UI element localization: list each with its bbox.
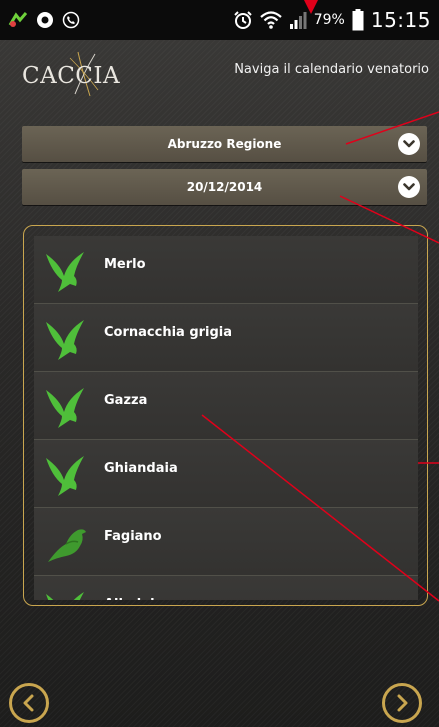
header-caption: Naviga il calendario venatorio	[234, 62, 429, 77]
species-name: Gazza	[104, 393, 148, 408]
app-logo-text: CACCIA	[22, 63, 121, 89]
alarm-icon	[233, 10, 253, 30]
species-name: Ghiandaia	[104, 461, 178, 476]
battery-percent: 79%	[313, 12, 345, 28]
list-item-merlo[interactable]: Merlo	[34, 236, 418, 304]
date-dropdown-value: 20/12/2014	[186, 180, 263, 194]
chevron-down-icon[interactable]	[398, 176, 420, 198]
region-dropdown-value: Abruzzo Regione	[167, 137, 282, 151]
chrome-icon	[36, 11, 54, 29]
pheasant-icon	[48, 529, 86, 562]
app-notification-icon	[8, 11, 28, 29]
species-list[interactable]: Merlo Cornacchia grigia Gazza Ghiandaia	[34, 236, 418, 600]
status-bar: 79% 15:15	[0, 0, 439, 40]
species-name: Allodola	[104, 576, 163, 600]
swallow-icon	[46, 320, 84, 360]
swallow-icon	[46, 592, 84, 600]
annotation-arrow	[304, 0, 318, 14]
wifi-icon	[259, 11, 282, 29]
chevron-down-icon[interactable]	[398, 133, 420, 155]
previous-button[interactable]	[9, 683, 49, 723]
chevron-left-icon	[23, 694, 34, 712]
list-item-cornacchia-grigia[interactable]: Cornacchia grigia	[34, 304, 418, 372]
list-item-gazza[interactable]: Gazza	[34, 372, 418, 440]
swallow-icon	[46, 388, 84, 428]
list-item-allodola[interactable]: Allodola	[34, 576, 418, 600]
next-button[interactable]	[382, 683, 422, 723]
date-dropdown[interactable]: 20/12/2014	[22, 169, 427, 205]
call-icon	[62, 11, 80, 29]
species-list-panel: Merlo Cornacchia grigia Gazza Ghiandaia	[23, 225, 428, 606]
battery-icon	[352, 9, 364, 31]
clock: 15:15	[370, 8, 431, 32]
species-name: Merlo	[104, 257, 146, 272]
list-item-ghiandaia[interactable]: Ghiandaia	[34, 440, 418, 508]
chevron-right-icon	[397, 694, 408, 712]
region-dropdown[interactable]: Abruzzo Regione	[22, 126, 427, 162]
species-name: Cornacchia grigia	[104, 325, 233, 340]
list-item-fagiano[interactable]: Fagiano	[34, 508, 418, 576]
swallow-icon	[46, 456, 84, 496]
swallow-icon	[46, 252, 84, 292]
species-name: Fagiano	[104, 529, 162, 544]
